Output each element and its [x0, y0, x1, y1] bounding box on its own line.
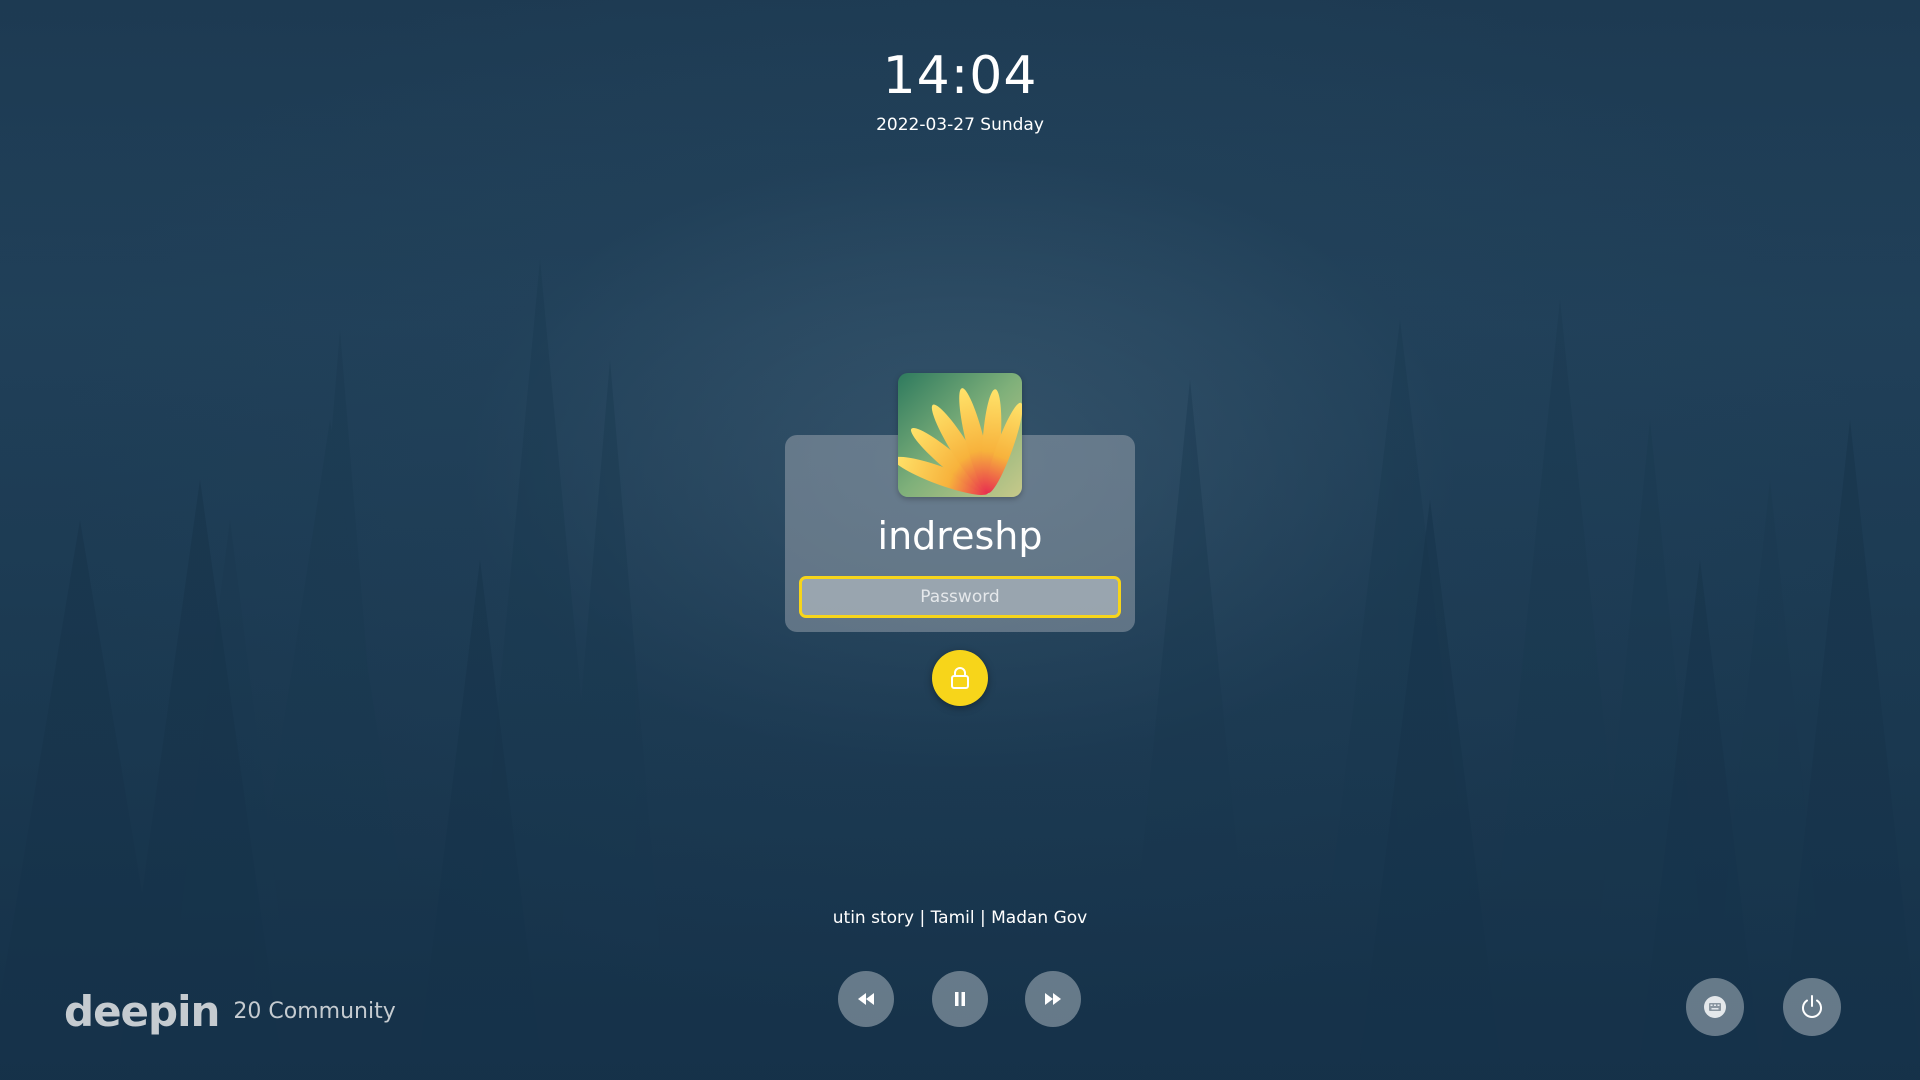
os-branding: deepin 20 Community: [64, 990, 396, 1034]
unlock-button[interactable]: [932, 650, 988, 706]
rewind-icon: [858, 993, 874, 1005]
media-track-title: utin story | Tamil | Madan Gov: [832, 908, 1088, 928]
fast-forward-icon: [1045, 993, 1061, 1005]
os-edition-label: 20 Community: [233, 999, 396, 1024]
pause-icon: [955, 992, 965, 1006]
deepin-logo: deepin: [64, 987, 220, 1036]
clock-date: 2022-03-27 Sunday: [876, 115, 1044, 135]
next-track-button[interactable]: [1025, 971, 1081, 1027]
clock-time: 14:04: [882, 46, 1038, 106]
pause-button[interactable]: [932, 971, 988, 1027]
user-avatar[interactable]: [898, 373, 1022, 497]
previous-track-button[interactable]: [838, 971, 894, 1027]
keyboard-layout-button[interactable]: [1686, 978, 1744, 1036]
username-label: indreshp: [877, 514, 1043, 558]
password-input[interactable]: [799, 576, 1121, 618]
lock-icon: [951, 667, 969, 689]
power-button[interactable]: [1783, 978, 1841, 1036]
clock-widget: 14:04 2022-03-27 Sunday: [0, 40, 1920, 136]
keyboard-icon: [1704, 996, 1726, 1018]
flower-avatar-icon: [898, 373, 1022, 497]
power-icon: [1802, 995, 1822, 1018]
